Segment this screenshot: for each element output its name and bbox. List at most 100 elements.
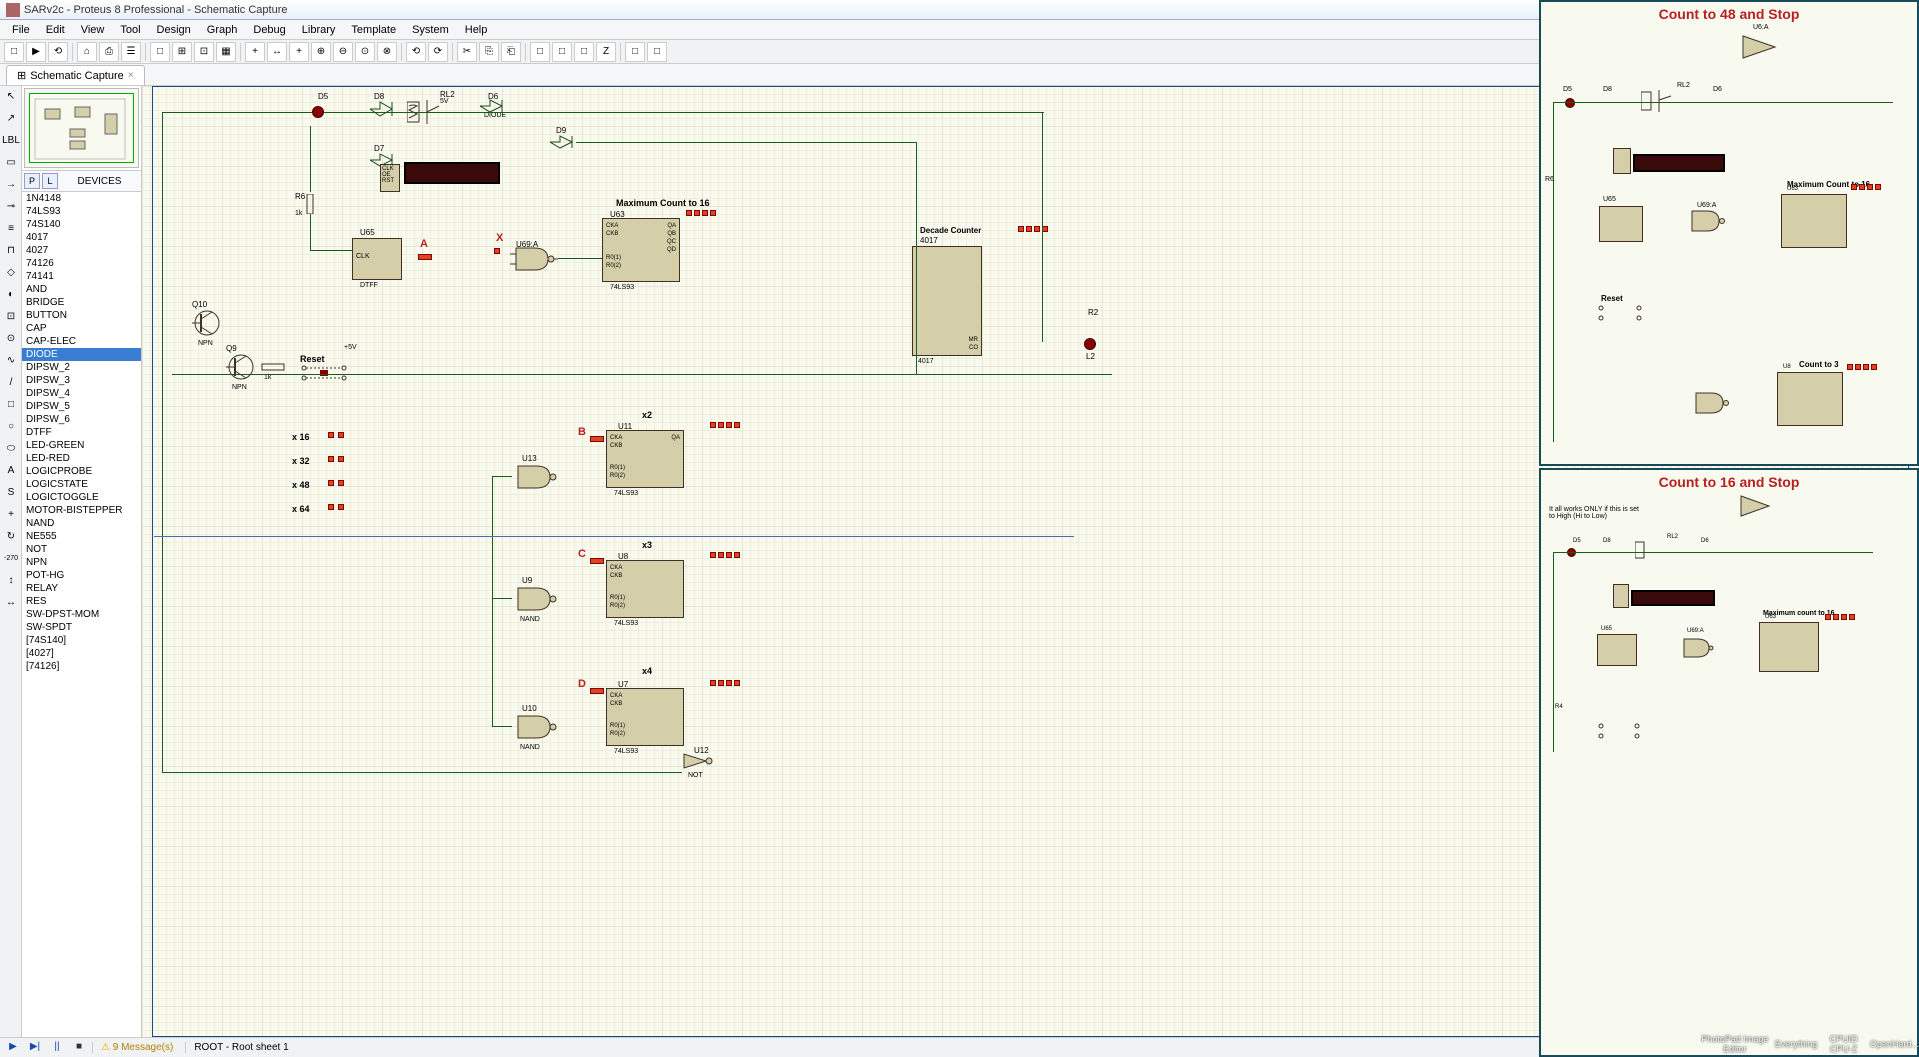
palette-symbol-icon[interactable]: S <box>1 483 21 503</box>
sim-step-button[interactable]: ▶| <box>26 1040 44 1056</box>
sim-stop-button[interactable]: ■ <box>70 1040 88 1056</box>
device-item[interactable]: 74LS93 <box>22 205 141 218</box>
palette-terminal-icon[interactable]: ≡ <box>1 219 21 239</box>
menu-design[interactable]: Design <box>149 22 199 38</box>
device-item[interactable]: 74126 <box>22 257 141 270</box>
device-item[interactable]: BRIDGE <box>22 296 141 309</box>
device-item[interactable]: DIODE <box>22 348 141 361</box>
menu-system[interactable]: System <box>404 22 457 38</box>
tool-pan-icon[interactable]: + <box>289 42 309 62</box>
tool-zoom-in-icon[interactable]: ⊕ <box>311 42 331 62</box>
pick-device-button[interactable]: P <box>24 173 40 189</box>
palette-arc-icon[interactable]: ⬭ <box>1 439 21 459</box>
tool-open-icon[interactable]: ▶ <box>26 42 46 62</box>
tool-block-delete-icon[interactable]: Z <box>596 42 616 62</box>
tool-undo-icon[interactable]: ⟲ <box>406 42 426 62</box>
tool-block-move-icon[interactable]: □ <box>552 42 572 62</box>
device-item[interactable]: LED-GREEN <box>22 439 141 452</box>
device-item[interactable]: NPN <box>22 556 141 569</box>
device-item[interactable]: DIPSW_2 <box>22 361 141 374</box>
tool-redo-icon[interactable]: ⟳ <box>428 42 448 62</box>
palette-label-icon[interactable]: LBL <box>1 131 21 151</box>
tool-zoom-area-icon[interactable]: ⊗ <box>377 42 397 62</box>
menu-view[interactable]: View <box>73 22 113 38</box>
palette-pin-icon[interactable]: ⊓ <box>1 241 21 261</box>
sim-pause-button[interactable]: || <box>48 1040 66 1056</box>
tool-cut-icon[interactable]: ✂ <box>457 42 477 62</box>
taskbar-item-openhard[interactable]: OpenHard... <box>1870 1039 1919 1049</box>
palette-box-icon[interactable]: □ <box>1 395 21 415</box>
palette-rotate-cw-icon[interactable]: ↻ <box>1 527 21 547</box>
taskbar-item-photopad[interactable]: PhotoPad Image Editor <box>1699 1034 1771 1054</box>
device-item[interactable]: LOGICPROBE <box>22 465 141 478</box>
device-item[interactable]: LOGICTOGGLE <box>22 491 141 504</box>
menu-help[interactable]: Help <box>457 22 496 38</box>
device-item[interactable]: MOTOR-BISTEPPER <box>22 504 141 517</box>
device-item[interactable]: BUTTON <box>22 309 141 322</box>
device-item[interactable]: POT-HG <box>22 569 141 582</box>
device-list[interactable]: 1N414874LS9374S140401740277412674141ANDB… <box>22 192 141 1037</box>
tool-grid-icon[interactable]: + <box>245 42 265 62</box>
palette-angle-input[interactable]: -270 <box>1 549 21 569</box>
tool-pick-icon[interactable]: □ <box>625 42 645 62</box>
palette-subcircuit-icon[interactable]: ⊸ <box>1 197 21 217</box>
device-item[interactable]: NE555 <box>22 530 141 543</box>
tool-make-icon[interactable]: □ <box>647 42 667 62</box>
menu-edit[interactable]: Edit <box>38 22 73 38</box>
tool-home-icon[interactable]: ⌂ <box>77 42 97 62</box>
taskbar-item-everything[interactable]: Everything <box>1775 1039 1818 1049</box>
menu-tool[interactable]: Tool <box>112 22 148 38</box>
tool-gerber-icon[interactable]: ▦ <box>216 42 236 62</box>
device-item[interactable]: [74S140] <box>22 634 141 647</box>
device-item[interactable]: RES <box>22 595 141 608</box>
palette-line-icon[interactable]: / <box>1 373 21 393</box>
device-item[interactable]: CAP <box>22 322 141 335</box>
tool-block-rotate-icon[interactable]: □ <box>574 42 594 62</box>
device-item[interactable]: DTFF <box>22 426 141 439</box>
tool-paste-icon[interactable]: ⎗ <box>501 42 521 62</box>
device-item[interactable]: DIPSW_5 <box>22 400 141 413</box>
tool-3d-icon[interactable]: ⊡ <box>194 42 214 62</box>
status-messages[interactable]: ⚠ 9 Message(s) <box>92 1042 181 1053</box>
palette-instrument-icon[interactable]: ∿ <box>1 351 21 371</box>
device-item[interactable]: 4017 <box>22 231 141 244</box>
device-item[interactable]: AND <box>22 283 141 296</box>
device-item[interactable]: 1N4148 <box>22 192 141 205</box>
palette-text2-icon[interactable]: A <box>1 461 21 481</box>
palette-circle-icon[interactable]: ○ <box>1 417 21 437</box>
device-item[interactable]: 74141 <box>22 270 141 283</box>
tool-pcb-icon[interactable]: ⊞ <box>172 42 192 62</box>
tab-schematic-capture[interactable]: ⊞ Schematic Capture × <box>6 65 145 85</box>
tool-block-copy-icon[interactable]: □ <box>530 42 550 62</box>
tool-new-icon[interactable]: □ <box>4 42 24 62</box>
tool-origin-icon[interactable]: ↔ <box>267 42 287 62</box>
sim-play-button[interactable]: ▶ <box>4 1040 22 1056</box>
device-item[interactable]: RELAY <box>22 582 141 595</box>
palette-probe-icon[interactable]: ⊙ <box>1 329 21 349</box>
menu-template[interactable]: Template <box>343 22 404 38</box>
tool-print-icon[interactable]: ⎙ <box>99 42 119 62</box>
tool-zoom-out-icon[interactable]: ⊖ <box>333 42 353 62</box>
switch-reset[interactable] <box>300 364 350 382</box>
palette-graph-icon[interactable]: ◇ <box>1 263 21 283</box>
device-item[interactable]: 4027 <box>22 244 141 257</box>
library-button[interactable]: L <box>42 173 58 189</box>
device-item[interactable]: SW-SPDT <box>22 621 141 634</box>
device-item[interactable]: DIPSW_3 <box>22 374 141 387</box>
palette-marker-icon[interactable]: + <box>1 505 21 525</box>
tool-copy-icon[interactable]: ⎘ <box>479 42 499 62</box>
palette-text-icon[interactable]: ▭ <box>1 153 21 173</box>
device-item[interactable]: [4027] <box>22 647 141 660</box>
palette-mirror-h-icon[interactable]: ↔ <box>1 593 21 613</box>
device-item[interactable]: LOGICSTATE <box>22 478 141 491</box>
device-item[interactable]: DIPSW_6 <box>22 413 141 426</box>
palette-bus-icon[interactable]: → <box>1 175 21 195</box>
palette-mirror-v-icon[interactable]: ↕ <box>1 571 21 591</box>
taskbar-item-cpuz[interactable]: CPUID CPU-Z <box>1821 1034 1866 1054</box>
device-item[interactable]: [74126] <box>22 660 141 673</box>
menu-graph[interactable]: Graph <box>199 22 246 38</box>
palette-tape-icon[interactable]: ◐ <box>1 285 21 305</box>
tool-save-icon[interactable]: ⟲ <box>48 42 68 62</box>
device-item[interactable]: NOT <box>22 543 141 556</box>
device-item[interactable]: NAND <box>22 517 141 530</box>
